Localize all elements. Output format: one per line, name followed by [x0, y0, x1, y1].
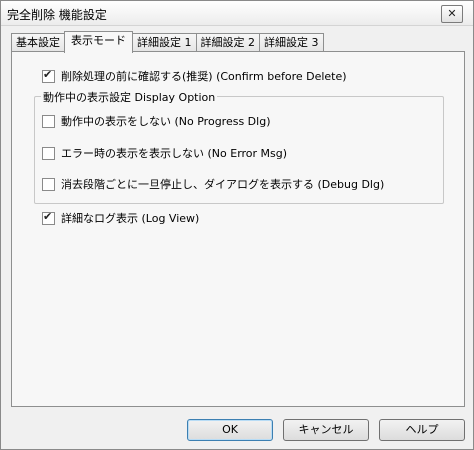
log-view-checkbox[interactable] [42, 210, 55, 225]
tab-advanced-1[interactable]: 詳細設定 1 [132, 33, 197, 52]
tab-strip: 基本設定 表示モード 詳細設定 1 詳細設定 2 詳細設定 3 [11, 31, 324, 53]
display-option-group: 動作中の表示設定 Display Option 動作中の表示をしない (No P… [34, 89, 444, 204]
no-progress-label: 動作中の表示をしない (No Progress Dlg) [61, 115, 271, 128]
debug-dlg-label: 消去段階ごとに一旦停止し、ダイアログを表示する (Debug Dlg) [61, 178, 385, 191]
settings-dialog: 完全削除 機能設定 ✕ 基本設定 表示モード 詳細設定 1 詳細設定 2 詳細設… [0, 0, 474, 450]
help-button[interactable]: ヘルプ [379, 419, 465, 441]
title-bar: 完全削除 機能設定 ✕ [1, 1, 473, 26]
tab-basic-settings[interactable]: 基本設定 [11, 33, 65, 52]
confirm-delete-checkbox[interactable] [42, 68, 55, 83]
no-error-checkbox[interactable] [42, 146, 55, 160]
log-view-option[interactable]: 詳細なログ表示 (Log View) [42, 210, 199, 226]
no-error-label: エラー時の表示を表示しない (No Error Msg) [61, 147, 288, 160]
debug-dlg-checkbox[interactable] [42, 177, 55, 191]
tab-advanced-2[interactable]: 詳細設定 2 [195, 33, 260, 52]
ok-button[interactable]: OK [187, 419, 273, 441]
window-title: 完全削除 機能設定 [7, 8, 107, 22]
no-progress-checkbox[interactable] [42, 114, 55, 128]
tab-panel-display-mode: 削除処理の前に確認する(推奨) (Confirm before Delete) … [11, 51, 465, 407]
debug-dlg-option[interactable]: 消去段階ごとに一旦停止し、ダイアログを表示する (Debug Dlg) [42, 176, 384, 192]
no-progress-option[interactable]: 動作中の表示をしない (No Progress Dlg) [42, 113, 270, 129]
tab-advanced-3[interactable]: 詳細設定 3 [259, 33, 324, 52]
close-icon[interactable]: ✕ [441, 5, 463, 23]
no-error-option[interactable]: エラー時の表示を表示しない (No Error Msg) [42, 145, 287, 161]
confirm-delete-option[interactable]: 削除処理の前に確認する(推奨) (Confirm before Delete) [42, 68, 347, 84]
cancel-button[interactable]: キャンセル [283, 419, 369, 441]
display-option-legend: 動作中の表示設定 Display Option [41, 89, 218, 105]
confirm-delete-label: 削除処理の前に確認する(推奨) (Confirm before Delete) [61, 70, 347, 83]
tab-display-mode[interactable]: 表示モード [64, 31, 133, 53]
log-view-label: 詳細なログ表示 (Log View) [61, 212, 200, 225]
